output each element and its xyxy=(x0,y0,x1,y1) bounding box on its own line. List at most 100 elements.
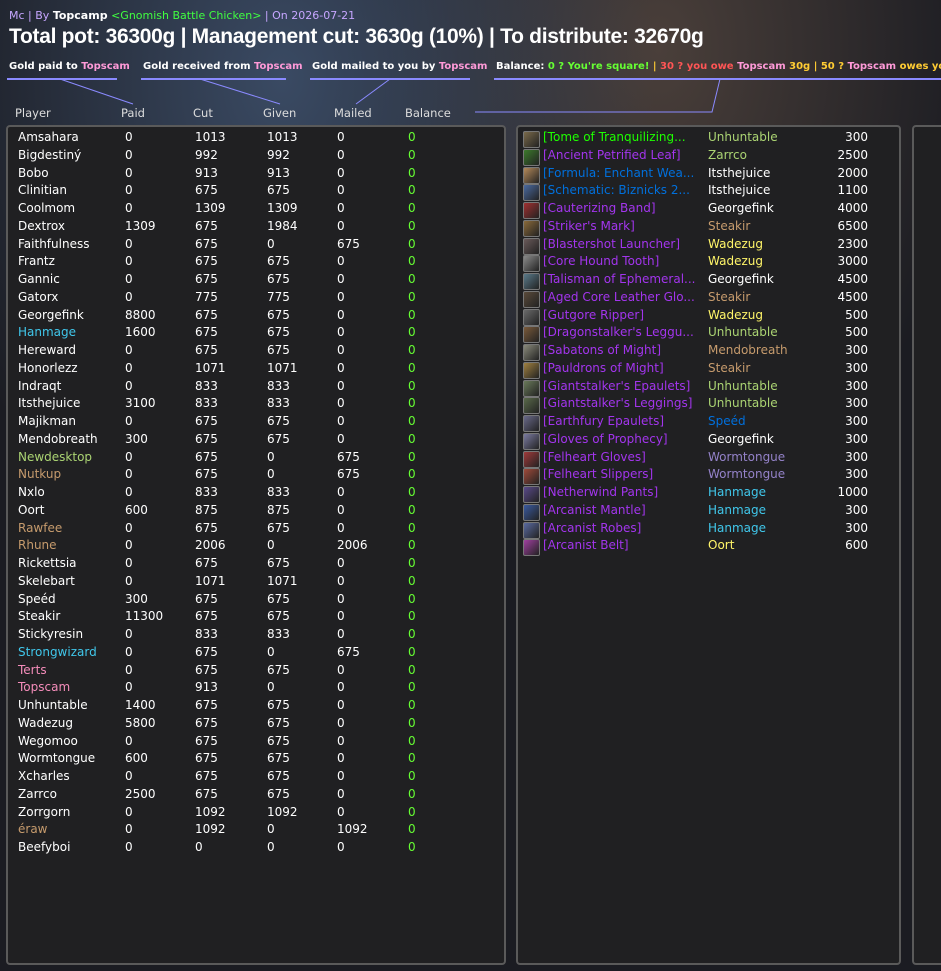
item-link[interactable]: [Aged Core Leather Glo... xyxy=(543,290,703,304)
item-icon[interactable] xyxy=(523,344,540,361)
item-icon[interactable] xyxy=(523,184,540,202)
player-row[interactable]: Gannic 0 675 675 0 0 xyxy=(8,272,498,290)
loot-row[interactable]: [Giantstalker's Epaulets] Unhuntable 300 xyxy=(518,379,893,397)
player-row[interactable]: Rhune 0 2006 0 2006 0 xyxy=(8,538,498,556)
player-row[interactable]: Gatorx 0 775 775 0 0 xyxy=(8,290,498,308)
player-row[interactable]: Newdesktop 0 675 0 675 0 xyxy=(8,450,498,468)
item-link[interactable]: [Gloves of Prophecy] xyxy=(543,432,703,446)
loot-row[interactable]: [Blastershot Launcher] Wadezug 2300 xyxy=(518,237,893,255)
player-row[interactable]: Strongwizard 0 675 0 675 0 xyxy=(8,645,498,663)
item-icon[interactable] xyxy=(523,450,540,468)
item-link[interactable]: [Tome of Tranquilizing... xyxy=(543,130,703,144)
item-icon[interactable] xyxy=(523,326,540,344)
loot-row[interactable]: [Ancient Petrified Leaf] Zarrco 2500 xyxy=(518,148,893,166)
item-link[interactable]: [Gutgore Ripper] xyxy=(543,308,703,322)
player-row[interactable]: Unhuntable 1400 675 675 0 0 xyxy=(8,698,498,716)
item-link[interactable]: [Schematic: Biznicks 2... xyxy=(543,183,703,197)
item-icon[interactable] xyxy=(523,255,540,273)
item-link[interactable]: [Core Hound Tooth] xyxy=(543,254,703,268)
player-row[interactable]: Wormtongue 600 675 675 0 0 xyxy=(8,751,498,769)
item-link[interactable]: [Cauterizing Band] xyxy=(543,201,703,215)
item-icon[interactable] xyxy=(523,166,540,184)
player-row[interactable]: Skelebart 0 1071 1071 0 0 xyxy=(8,574,498,592)
item-link[interactable]: [Netherwind Pants] xyxy=(543,485,703,499)
loot-row[interactable]: [Sabatons of Might] Mendobreath 300 xyxy=(518,343,893,361)
item-link[interactable]: [Ancient Petrified Leaf] xyxy=(543,148,703,162)
item-link[interactable]: [Earthfury Epaulets] xyxy=(543,414,703,428)
player-row[interactable]: Oort 600 875 875 0 0 xyxy=(8,503,498,521)
item-link[interactable]: [Giantstalker's Epaulets] xyxy=(543,379,703,393)
item-icon[interactable] xyxy=(523,148,540,166)
player-row[interactable]: Stickyresin 0 833 833 0 0 xyxy=(8,627,498,645)
item-icon[interactable] xyxy=(523,361,540,379)
item-link[interactable]: [Giantstalker's Leggings] xyxy=(543,396,703,410)
player-row[interactable]: Frantz 0 675 675 0 0 xyxy=(8,254,498,272)
player-row[interactable]: Faithfulness 0 675 0 675 0 xyxy=(8,237,498,255)
player-row[interactable]: Hereward 0 675 675 0 0 xyxy=(8,343,498,361)
player-row[interactable]: Zorrgorn 0 1092 1092 0 0 xyxy=(8,805,498,823)
item-link[interactable]: [Talisman of Ephemeral... xyxy=(543,272,703,286)
player-row[interactable]: Beefyboi 0 0 0 0 0 xyxy=(8,840,498,858)
item-link[interactable]: [Sabatons of Might] xyxy=(543,343,703,357)
loot-row[interactable]: [Gutgore Ripper] Wadezug 500 xyxy=(518,308,893,326)
loot-row[interactable]: [Dragonstalker's Leggu... Unhuntable 500 xyxy=(518,325,893,344)
item-icon[interactable] xyxy=(523,290,540,308)
player-row[interactable]: Wadezug 5800 675 675 0 0 xyxy=(8,716,498,734)
loot-row[interactable]: [Arcanist Mantle] Hanmage 300 xyxy=(518,503,893,521)
loot-row[interactable]: [Core Hound Tooth] Wadezug 3000 xyxy=(518,254,893,273)
loot-row[interactable]: [Cauterizing Band] Georgefink 4000 xyxy=(518,201,893,219)
item-link[interactable]: [Felheart Gloves] xyxy=(543,450,703,464)
item-icon[interactable] xyxy=(523,468,540,486)
player-row[interactable]: Wegomoo 0 675 675 0 0 xyxy=(8,734,498,752)
item-icon[interactable] xyxy=(523,273,540,290)
loot-row[interactable]: [Netherwind Pants] Hanmage 1000 xyxy=(518,485,893,503)
loot-row[interactable]: [Arcanist Robes] Hanmage 300 xyxy=(518,521,893,539)
item-link[interactable]: [Pauldrons of Might] xyxy=(543,361,703,375)
player-row[interactable]: Mendobreath 300 675 675 0 0 xyxy=(8,432,498,450)
loot-row[interactable]: [Felheart Gloves] Wormtongue 300 xyxy=(518,450,893,468)
player-row[interactable]: Xcharles 0 675 675 0 0 xyxy=(8,769,498,787)
player-row[interactable]: Majikman 0 675 675 0 0 xyxy=(8,414,498,432)
player-row[interactable]: Nxlo 0 833 833 0 0 xyxy=(8,485,498,503)
item-link[interactable]: [Arcanist Mantle] xyxy=(543,503,703,517)
item-link[interactable]: [Dragonstalker's Leggu... xyxy=(543,325,703,339)
player-row[interactable]: Indraqt 0 833 833 0 0 xyxy=(8,379,498,397)
item-link[interactable]: [Formula: Enchant Wea... xyxy=(543,166,703,180)
item-link[interactable]: [Arcanist Belt] xyxy=(543,538,703,552)
player-row[interactable]: Itsthejuice 3100 833 833 0 0 xyxy=(8,396,498,414)
item-link[interactable]: [Striker's Mark] xyxy=(543,219,703,233)
player-row[interactable]: Amsahara 0 1013 1013 0 0 xyxy=(8,130,498,148)
item-icon[interactable] xyxy=(523,503,540,521)
player-row[interactable]: Dextrox 1309 675 1984 0 0 xyxy=(8,219,498,237)
player-row[interactable]: Rawfee 0 675 675 0 0 xyxy=(8,521,498,539)
loot-row[interactable]: [Earthfury Epaulets] Speéd 300 xyxy=(518,414,893,432)
loot-row[interactable]: [Striker's Mark] Steakir 6500 xyxy=(518,219,893,237)
player-row[interactable]: Speéd 300 675 675 0 0 xyxy=(8,592,498,610)
item-icon[interactable] xyxy=(523,237,540,255)
loot-row[interactable]: [Talisman of Ephemeral... Georgefink 4500 xyxy=(518,272,893,290)
item-icon[interactable] xyxy=(523,219,540,237)
player-row[interactable]: Georgefink 8800 675 675 0 0 xyxy=(8,308,498,326)
player-row[interactable]: Rickettsia 0 675 675 0 0 xyxy=(8,556,498,574)
item-icon[interactable] xyxy=(523,308,540,326)
item-icon[interactable] xyxy=(523,379,540,397)
player-row[interactable]: Terts 0 675 675 0 0 xyxy=(8,663,498,681)
player-row[interactable]: Bobo 0 913 913 0 0 xyxy=(8,166,498,184)
player-row[interactable]: Topscam 0 913 0 0 0 xyxy=(8,680,498,698)
item-icon[interactable] xyxy=(523,202,540,219)
item-icon[interactable] xyxy=(523,397,540,415)
loot-row[interactable]: [Formula: Enchant Wea... Itsthejuice 2000 xyxy=(518,166,893,184)
loot-row[interactable]: [Pauldrons of Might] Steakir 300 xyxy=(518,361,893,379)
loot-row[interactable]: [Aged Core Leather Glo... Steakir 4500 xyxy=(518,290,893,308)
item-icon[interactable] xyxy=(523,539,540,557)
loot-row[interactable]: [Schematic: Biznicks 2... Itsthejuice 1100 xyxy=(518,183,893,202)
players-table[interactable]: Amsahara 0 1013 1013 0 0 Bigdestiný 0 992 992 0 0 Bo… xyxy=(6,125,506,965)
player-row[interactable]: Steakir 11300 675 675 0 0 xyxy=(8,609,498,627)
loot-row[interactable]: [Felheart Slippers] Wormtongue 300 xyxy=(518,467,893,486)
item-icon[interactable] xyxy=(523,521,540,539)
item-icon[interactable] xyxy=(523,486,540,503)
player-row[interactable]: Nutkup 0 675 0 675 0 xyxy=(8,467,498,485)
loot-table[interactable]: [Tome of Tranquilizing... Unhuntable 300 [A… xyxy=(516,125,901,965)
item-link[interactable]: [Felheart Slippers] xyxy=(543,467,703,481)
item-link[interactable]: [Blastershot Launcher] xyxy=(543,237,703,251)
